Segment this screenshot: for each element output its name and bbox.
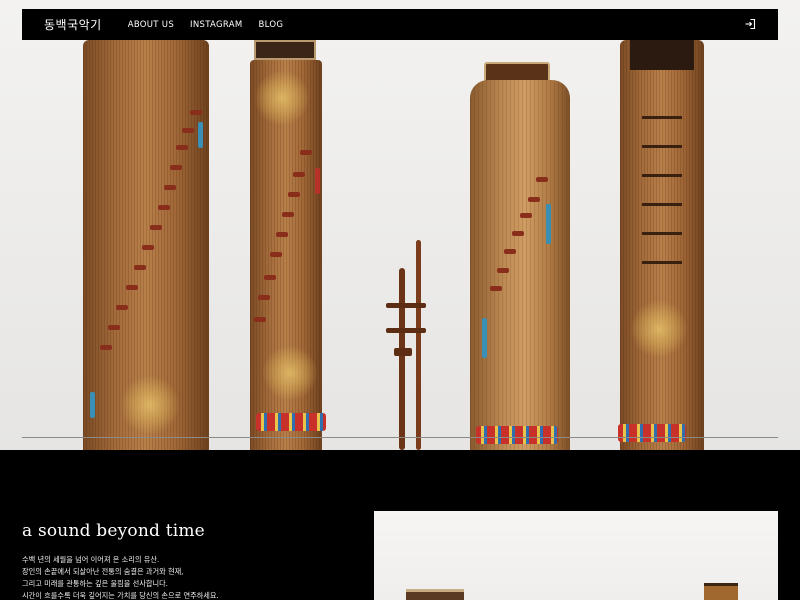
instrument-top bbox=[406, 589, 464, 600]
section-title: a sound beyond time bbox=[22, 521, 205, 541]
description-line: 시간이 흐를수록 더욱 깊어지는 가치를 당신의 손으로 연주하세요. bbox=[22, 591, 219, 600]
blue-tassel bbox=[90, 392, 95, 418]
haegeum-bow bbox=[416, 240, 421, 450]
hero-image bbox=[0, 0, 800, 450]
instrument-top bbox=[630, 40, 694, 70]
instrument-photo bbox=[374, 511, 778, 600]
login-icon[interactable] bbox=[744, 18, 756, 30]
haegeum-instrument bbox=[399, 268, 405, 450]
colorful-cloth bbox=[256, 413, 326, 431]
nav-link-instagram[interactable]: INSTAGRAM bbox=[190, 20, 242, 30]
description-line: 그리고 미래를 관통하는 깊은 울림을 선사합니다. bbox=[22, 579, 168, 588]
blue-tassel bbox=[198, 122, 203, 148]
nav-link-about-us[interactable]: ABOUT US bbox=[128, 20, 174, 30]
top-navigation-bar: 동백국악기 ABOUT US INSTAGRAM BLOG bbox=[22, 9, 778, 40]
ajaeng-instrument bbox=[470, 80, 570, 450]
description-line: 장인의 손끝에서 되살아난 전통의 숨결은 과거와 현재, bbox=[22, 567, 184, 576]
floor-line bbox=[22, 437, 778, 438]
instrument-headpiece bbox=[254, 40, 316, 60]
description-line: 수백 년의 세월을 넘어 이어져 온 소리의 유산. bbox=[22, 555, 160, 564]
section-description: 수백 년의 세월을 넘어 이어져 온 소리의 유산. 장인의 손끝에서 되살아난… bbox=[22, 554, 352, 600]
nav-link-blog[interactable]: BLOG bbox=[259, 20, 284, 30]
site-logo[interactable]: 동백국악기 bbox=[44, 16, 102, 33]
instrument-top bbox=[704, 583, 738, 600]
rosette-ornament bbox=[120, 375, 180, 435]
